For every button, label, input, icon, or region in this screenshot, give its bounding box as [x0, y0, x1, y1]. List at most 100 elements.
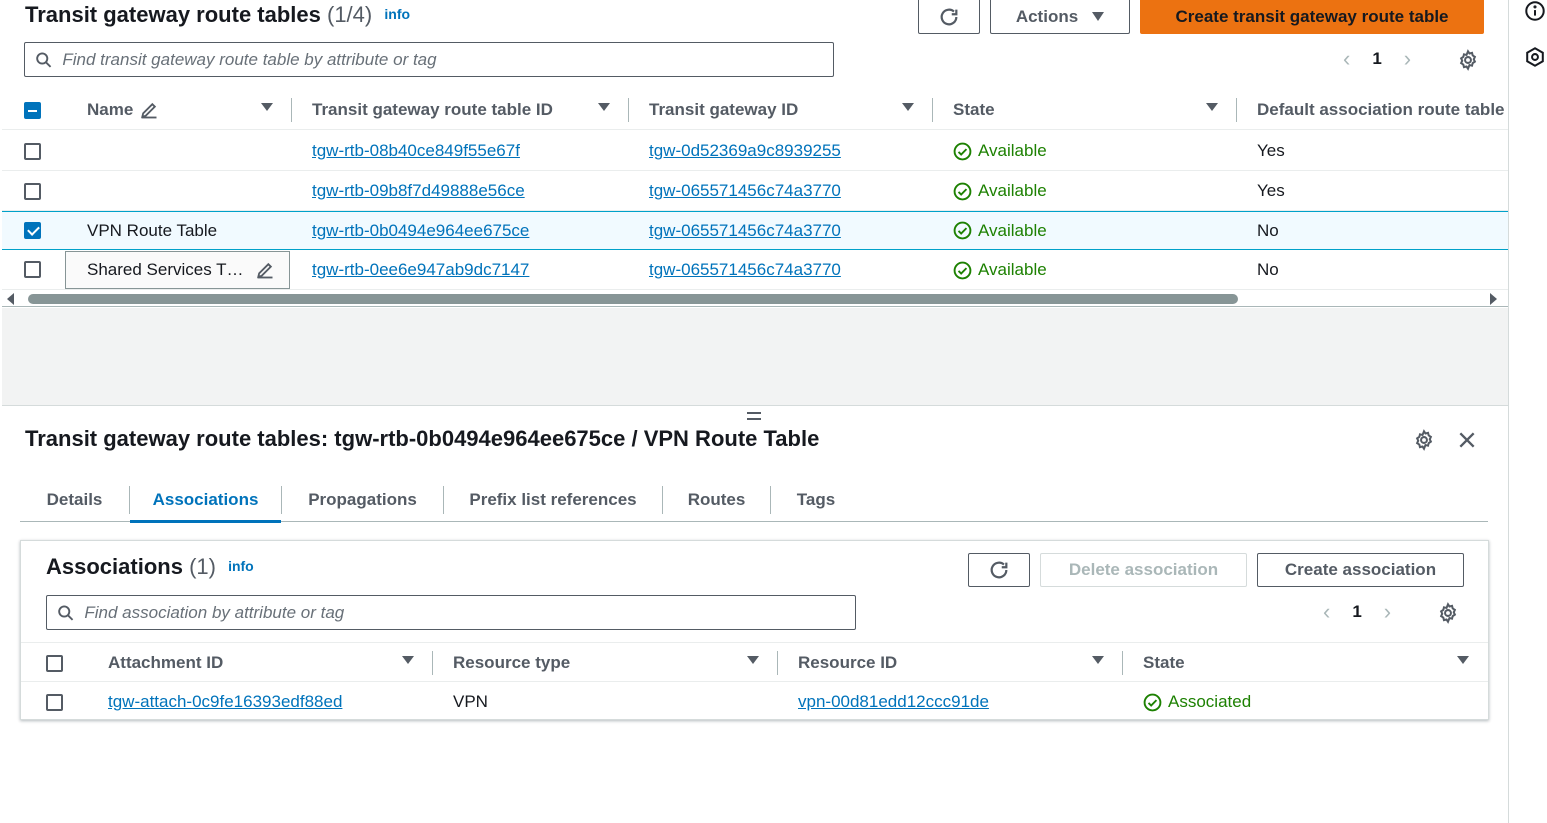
- col-tgw-id[interactable]: Transit gateway ID: [649, 90, 798, 130]
- associations-table-header: Attachment ID Resource type Resource ID …: [21, 642, 1488, 682]
- refresh-icon: [940, 8, 958, 25]
- edit-pencil-icon[interactable]: [255, 260, 275, 280]
- tab-prefix-list-references[interactable]: Prefix list references: [444, 478, 662, 522]
- check-circle-icon: [953, 261, 972, 279]
- detail-tabs: Details Associations Propagations Prefix…: [20, 478, 1488, 523]
- scroll-left-icon[interactable]: [7, 293, 14, 305]
- edit-pencil-icon: [141, 102, 157, 119]
- preferences-gear-icon[interactable]: [1457, 49, 1479, 71]
- sort-caret-icon[interactable]: [1457, 656, 1469, 664]
- table-row[interactable]: tgw-rtb-09b8f7d49888e56ce tgw-065571456c…: [2, 171, 1508, 211]
- refresh-button[interactable]: [918, 0, 980, 34]
- sort-caret-icon[interactable]: [747, 656, 759, 664]
- prev-page-icon[interactable]: ‹: [1343, 46, 1350, 72]
- info-circle-icon[interactable]: [1524, 0, 1546, 22]
- state-text: Available: [978, 141, 1047, 160]
- row-checkbox[interactable]: [24, 143, 41, 160]
- prev-page-icon[interactable]: ‹: [1323, 599, 1330, 625]
- route-table-id-link[interactable]: tgw-rtb-08b40ce849f55e67f: [312, 131, 520, 171]
- search-input[interactable]: [84, 602, 855, 623]
- status-available: Available: [953, 141, 1047, 161]
- page-number[interactable]: 1: [1372, 49, 1381, 69]
- info-link[interactable]: info: [228, 558, 254, 574]
- state-cell: Available: [953, 250, 1047, 290]
- col-rtb-id[interactable]: Transit gateway route table ID: [312, 90, 553, 130]
- col-name[interactable]: Name: [87, 90, 159, 130]
- route-table-search[interactable]: [24, 42, 834, 77]
- sort-caret-icon[interactable]: [1206, 103, 1218, 111]
- help-panel-icon[interactable]: [1524, 46, 1546, 68]
- table-row-selected[interactable]: VPN Route Table tgw-rtb-0b0494e964ee675c…: [2, 211, 1508, 250]
- actions-dropdown[interactable]: Actions: [990, 0, 1130, 34]
- tab-details[interactable]: Details: [20, 478, 129, 522]
- scrollbar-thumb[interactable]: [28, 294, 1238, 304]
- delete-association-button[interactable]: Delete association: [1040, 553, 1247, 587]
- horizontal-scrollbar[interactable]: [2, 291, 1508, 307]
- row-checkbox[interactable]: [24, 222, 41, 239]
- col-state[interactable]: State: [1143, 643, 1185, 683]
- row-name: VPN Route Table: [87, 220, 218, 240]
- table-row[interactable]: Shared Services T… tgw-rtb-0ee6e947ab9dc…: [2, 250, 1508, 290]
- scroll-right-icon[interactable]: [1490, 293, 1497, 305]
- pagination: ‹ 1 ›: [1323, 599, 1391, 625]
- transit-gateway-id-link[interactable]: tgw-065571456c74a3770: [649, 212, 841, 249]
- transit-gateway-id-link[interactable]: tgw-065571456c74a3770: [649, 250, 841, 290]
- col-default-association[interactable]: Default association route table: [1257, 90, 1505, 130]
- col-attachment-id[interactable]: Attachment ID: [108, 643, 223, 683]
- empty-pane-area: [2, 308, 1508, 406]
- route-table-id-link[interactable]: tgw-rtb-0ee6e947ab9dc7147: [312, 250, 529, 290]
- row-checkbox[interactable]: [24, 261, 41, 278]
- route-table-id-link[interactable]: tgw-rtb-09b8f7d49888e56ce: [312, 171, 525, 211]
- page-number[interactable]: 1: [1352, 602, 1361, 622]
- search-input[interactable]: [62, 49, 833, 70]
- caret-down-icon: [1092, 12, 1105, 21]
- split-panel-resize-handle[interactable]: [747, 412, 761, 424]
- info-link[interactable]: info: [384, 6, 410, 22]
- default-association-cell: No: [1257, 220, 1279, 240]
- side-rail-divider: [1508, 0, 1509, 823]
- refresh-button[interactable]: [968, 553, 1030, 587]
- column-divider: [1236, 98, 1237, 122]
- transit-gateway-id-link[interactable]: tgw-0d52369a9c8939255: [649, 131, 841, 171]
- table-row[interactable]: tgw-rtb-08b40ce849f55e67f tgw-0d52369a9c…: [2, 131, 1508, 171]
- sort-caret-icon[interactable]: [261, 103, 273, 111]
- tab-propagations[interactable]: Propagations: [282, 478, 443, 522]
- create-route-table-button[interactable]: Create transit gateway route table: [1140, 0, 1484, 34]
- close-icon[interactable]: [1457, 430, 1477, 450]
- panel-settings-gear-icon[interactable]: [1413, 429, 1435, 451]
- select-all-checkbox[interactable]: [24, 102, 41, 119]
- page-title: Transit gateway route tables (1/4) info: [25, 2, 410, 28]
- sort-caret-icon[interactable]: [402, 656, 414, 664]
- status-available: Available: [953, 221, 1047, 241]
- next-page-icon[interactable]: ›: [1404, 46, 1411, 72]
- table-row[interactable]: tgw-attach-0c9fe16393edf88ed VPN vpn-00d…: [21, 682, 1488, 722]
- tab-associations[interactable]: Associations: [130, 478, 281, 523]
- row-checkbox[interactable]: [24, 183, 41, 200]
- transit-gateway-id-link[interactable]: tgw-065571456c74a3770: [649, 171, 841, 211]
- column-divider: [291, 98, 292, 122]
- resource-id-link[interactable]: vpn-00d81edd12ccc91de: [798, 682, 989, 722]
- state-cell: Available: [953, 131, 1047, 171]
- col-resource-id[interactable]: Resource ID: [798, 643, 897, 683]
- tab-tags[interactable]: Tags: [771, 478, 861, 522]
- preferences-gear-icon[interactable]: [1437, 602, 1459, 624]
- col-state[interactable]: State: [953, 90, 995, 130]
- create-association-button[interactable]: Create association: [1257, 553, 1464, 587]
- sort-caret-icon[interactable]: [598, 103, 610, 111]
- selection-count: (1/4): [327, 2, 373, 27]
- actions-label: Actions: [1015, 6, 1079, 26]
- sort-caret-icon[interactable]: [902, 103, 914, 111]
- select-all-checkbox[interactable]: [46, 655, 63, 672]
- tab-routes[interactable]: Routes: [663, 478, 770, 522]
- resource-type-cell: VPN: [453, 692, 488, 711]
- next-page-icon[interactable]: ›: [1384, 599, 1391, 625]
- row-checkbox[interactable]: [46, 694, 63, 711]
- attachment-id-link[interactable]: tgw-attach-0c9fe16393edf88ed: [108, 682, 342, 722]
- sort-caret-icon[interactable]: [1092, 656, 1104, 664]
- default-association-cell: No: [1257, 260, 1279, 279]
- association-search[interactable]: [46, 595, 856, 630]
- route-table-id-link[interactable]: tgw-rtb-0b0494e964ee675ce: [312, 212, 529, 249]
- associations-container: Associations (1) info Delete association…: [20, 540, 1489, 720]
- col-resource-type[interactable]: Resource type: [453, 643, 570, 683]
- pagination: ‹ 1 ›: [1343, 46, 1411, 72]
